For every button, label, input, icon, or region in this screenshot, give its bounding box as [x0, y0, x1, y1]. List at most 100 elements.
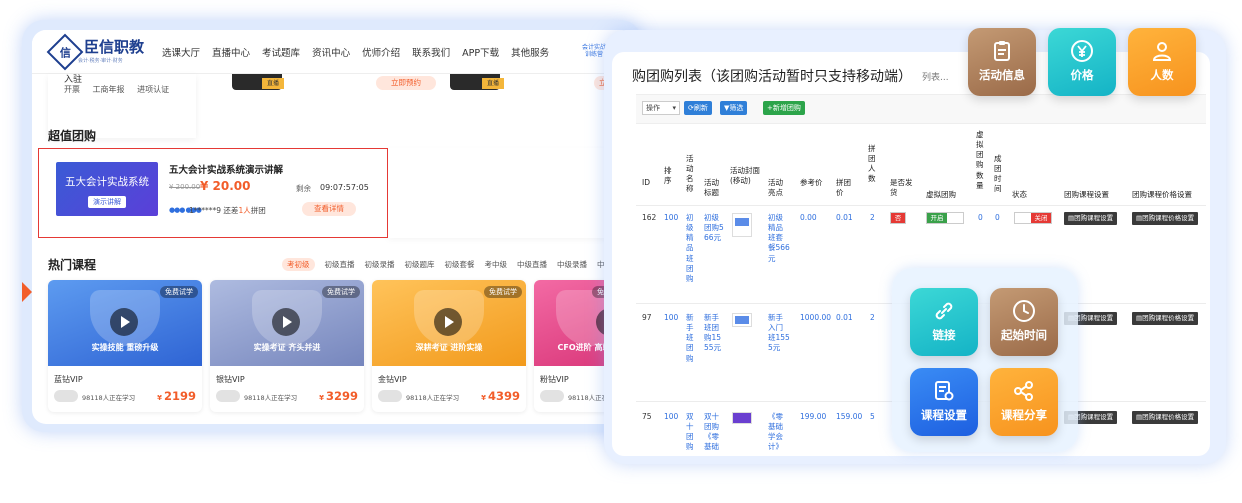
row-highlight[interactable]: 《零基础学会计》 — [768, 412, 790, 454]
row-activity-name[interactable]: 新手班团购 — [686, 313, 696, 364]
cover-thumbnail[interactable] — [732, 313, 752, 327]
start-time-tile[interactable]: 起始时间 — [990, 288, 1058, 356]
clock-icon — [1013, 300, 1035, 322]
activity-info-tile[interactable]: 活动信息 — [968, 28, 1036, 96]
row-sort[interactable]: 100 — [664, 313, 678, 323]
learner-count: 98118人正在学习 — [406, 394, 460, 402]
service-link-annual-report[interactable]: 工商年报 — [93, 85, 125, 94]
column-header-group-size: 拼团人数 — [868, 144, 876, 184]
hot-courses-title: 热门课程 — [48, 258, 97, 272]
column-header-reference-price: 参考价 — [800, 178, 823, 187]
row-group-price[interactable]: 0.01 — [836, 313, 853, 323]
row-activity-name[interactable]: 初级精品班团购 — [686, 213, 696, 284]
book-button[interactable]: 立即预约 — [376, 76, 436, 90]
row-id: 75 — [642, 412, 652, 421]
row-activity-title[interactable]: 双十团购《零基础 — [704, 412, 724, 454]
course-name: 粉钻VIP — [540, 375, 569, 384]
status-toggle[interactable]: 关闭 — [1014, 212, 1052, 224]
course-share-tile[interactable]: 课程分享 — [990, 368, 1058, 436]
column-header-virtual: 虚拟团购 — [926, 190, 956, 199]
price-settings-button[interactable]: ▤团购课程价格设置 — [1132, 212, 1199, 225]
tab-primary-package[interactable]: 初级套餐 — [445, 259, 475, 271]
learner-avatars — [378, 390, 402, 402]
user-icon — [1152, 42, 1172, 61]
row-group-size[interactable]: 2 — [870, 213, 875, 223]
tab-primary-bank[interactable]: 初级题库 — [405, 259, 435, 271]
row-group-price[interactable]: 0.01 — [836, 213, 853, 223]
row-activity-title[interactable]: 新手班团购1555元 — [704, 313, 724, 354]
tab-intermediate-recorded[interactable]: 中级录播 — [557, 259, 587, 271]
row-reference-price[interactable]: 0.00 — [800, 213, 817, 223]
tab-primary-live[interactable]: 初级直播 — [325, 259, 355, 271]
price-settings-button[interactable]: ▤团购课程价格设置 — [1132, 312, 1199, 325]
course-card-blue[interactable]: 免费试学 实操技能 重磅升级 蓝钻VIP 98118人正在学习 ¥2199 — [48, 280, 202, 412]
nav-item-exam-bank[interactable]: 考试题库 — [262, 45, 300, 59]
people-tile[interactable]: 人数 — [1128, 28, 1196, 96]
course-settings-button[interactable]: ▤团购课程设置 — [1064, 212, 1118, 225]
row-activity-title[interactable]: 初级团购566元 — [704, 213, 724, 243]
shipping-toggle[interactable]: 否 — [890, 212, 906, 224]
operation-dropdown[interactable]: 操作 — [642, 101, 680, 115]
service-link-input-certification[interactable]: 进项认证 — [137, 85, 169, 94]
virtual-group-toggle[interactable]: 开启 — [926, 212, 964, 224]
row-group-size[interactable]: 2 — [870, 313, 875, 323]
row-reference-price[interactable]: 1000.00 — [800, 313, 831, 323]
course-cover: 免费试学 实操技能 重磅升级 — [48, 280, 202, 366]
column-header-course-settings: 团购课程设置 — [1064, 190, 1109, 199]
course-card-gold[interactable]: 免费试学 深耕考证 进阶实操 金钻VIP 98118人正在学习 ¥4399 — [372, 280, 526, 412]
group-progress: 1******9 还差1人拼团 — [189, 205, 266, 216]
link-icon — [935, 302, 953, 320]
nav-item-live-center[interactable]: 直播中心 — [212, 45, 250, 59]
shipping-off-label: 否 — [891, 213, 905, 223]
cover-thumbnail[interactable] — [732, 412, 752, 424]
tab-intermediate-live[interactable]: 中级直播 — [517, 259, 547, 271]
row-group-size[interactable]: 5 — [870, 412, 875, 422]
row-highlight[interactable]: 初级精品班套餐566元 — [768, 213, 790, 264]
row-virtual-count[interactable]: 0 — [978, 213, 983, 223]
row-sort[interactable]: 100 — [664, 213, 678, 223]
nav-item-course-hall[interactable]: 选课大厅 — [162, 45, 200, 59]
service-links: 开票 工商年报 进项认证 — [64, 84, 179, 95]
link-tile[interactable]: 链接 — [910, 288, 978, 356]
header-divider — [636, 205, 1206, 206]
row-group-price[interactable]: 159.00 — [836, 412, 862, 422]
tab-primary-exam[interactable]: 考初级 — [282, 258, 315, 271]
price-settings-button[interactable]: ▤团购课程价格设置 — [1132, 411, 1199, 424]
site-logo[interactable]: 信 臣信职教 会计·税务·审计·财务 — [46, 33, 144, 70]
course-price-value: 2199 — [163, 389, 196, 403]
nav-item-news[interactable]: 资讯中心 — [312, 45, 350, 59]
page-subtitle: 列表... — [922, 73, 949, 83]
filter-button[interactable]: ▼筛选 — [720, 101, 748, 115]
price-tile[interactable]: 价格 — [1048, 28, 1116, 96]
learner-count: 98118人正在学习 — [82, 394, 136, 402]
service-link-invoice[interactable]: 开票 — [64, 85, 80, 94]
row-highlight[interactable]: 新手入门班1555元 — [768, 313, 790, 354]
column-header-id: ID — [642, 178, 650, 187]
play-icon[interactable] — [110, 308, 138, 336]
tab-intermediate-exam[interactable]: 考中级 — [485, 259, 508, 271]
nav-item-app-download[interactable]: APP下载 — [462, 45, 499, 59]
view-details-button[interactable]: 查看详情 — [302, 202, 356, 216]
row-activity-name[interactable]: 双十团购 — [686, 412, 696, 454]
course-banner[interactable]: 五大会计实战系统 演示讲解 — [56, 162, 158, 216]
nav-item-contact[interactable]: 联系我们 — [412, 45, 450, 59]
column-header-cover: 活动封面(移动) — [730, 166, 760, 186]
cover-thumbnail[interactable] — [732, 213, 752, 237]
free-trial-badge: 免费试学 — [484, 286, 522, 298]
refresh-button[interactable]: ⟳刷新 — [684, 101, 712, 115]
play-icon[interactable] — [434, 308, 462, 336]
course-card-silver[interactable]: 免费试学 实操考证 齐头并进 银钻VIP 98118人正在学习 ¥3299 — [210, 280, 364, 412]
course-price: ¥2199 — [157, 389, 196, 403]
group-course-title[interactable]: 五大会计实战系统演示讲解 — [169, 162, 283, 176]
nav-item-other-services[interactable]: 其他服务 — [511, 45, 549, 59]
row-formation-time[interactable]: 0 — [995, 213, 1000, 223]
add-group-buy-button[interactable]: +新增团购 — [763, 101, 805, 115]
tab-primary-recorded[interactable]: 初级录播 — [365, 259, 395, 271]
course-name: 金钻VIP — [378, 375, 407, 384]
row-reference-price[interactable]: 199.00 — [800, 412, 826, 422]
nav-item-teachers[interactable]: 优师介绍 — [362, 45, 400, 59]
play-icon[interactable] — [272, 308, 300, 336]
row-sort[interactable]: 100 — [664, 412, 678, 422]
course-settings-tile[interactable]: 课程设置 — [910, 368, 978, 436]
course-price: ¥4399 — [481, 389, 520, 403]
